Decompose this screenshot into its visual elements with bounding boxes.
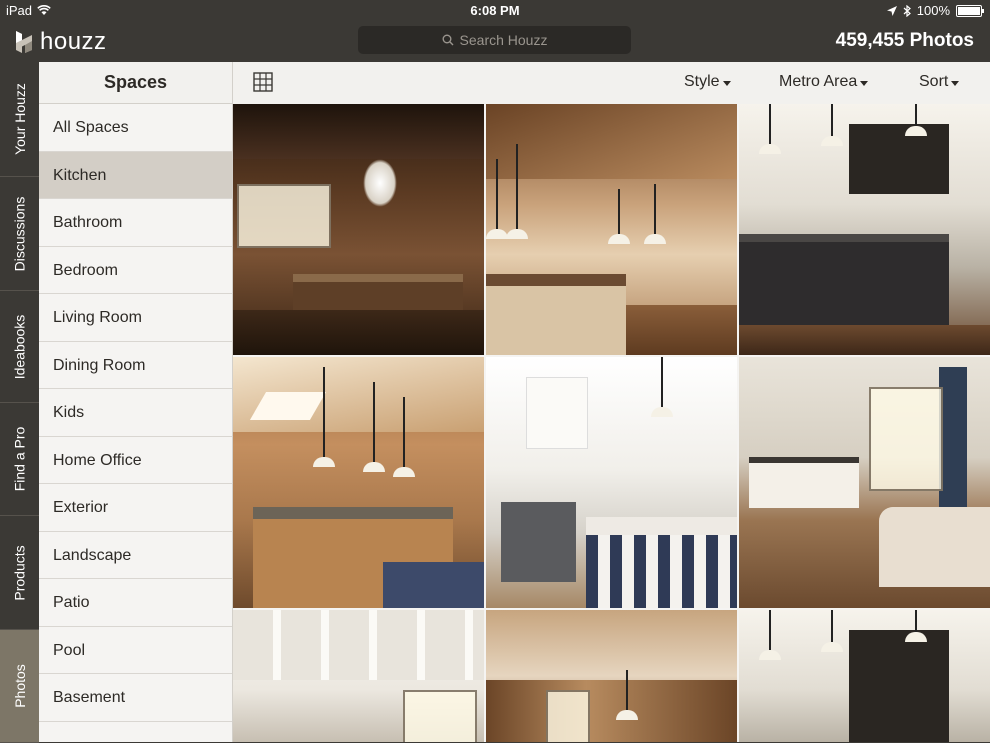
space-item-kitchen[interactable]: Kitchen [39, 151, 232, 199]
chevron-down-icon [951, 80, 960, 86]
space-item-living-room[interactable]: Living Room [39, 294, 232, 342]
tab-your-houzz[interactable]: Your Houzz [0, 62, 39, 177]
spaces-panel: Spaces All Spaces Kitchen Bathroom Bedro… [39, 62, 233, 742]
chevron-down-icon [860, 80, 869, 86]
kitchen-photo-6[interactable] [739, 357, 990, 608]
kitchen-photo-9[interactable] [739, 610, 990, 742]
tab-label: Ideabooks [11, 314, 28, 379]
metro-area-dropdown[interactable]: Metro Area [779, 73, 869, 91]
bluetooth-icon [903, 4, 911, 17]
space-item-basement[interactable]: Basement [39, 674, 232, 722]
search-input[interactable]: Search Houzz [358, 26, 631, 54]
tab-label: Products [11, 544, 28, 601]
status-right: 100% [886, 3, 984, 18]
kitchen-photo-8[interactable] [486, 610, 737, 742]
kitchen-photo-5[interactable] [486, 357, 737, 608]
photo-count: 459,455 Photos [835, 30, 974, 51]
style-dropdown[interactable]: Style [684, 73, 731, 91]
spaces-title: Spaces [39, 62, 232, 104]
sort-dropdown[interactable]: Sort [919, 73, 960, 91]
tab-ideabooks[interactable]: Ideabooks [0, 291, 39, 403]
space-item-patio[interactable]: Patio [39, 579, 232, 627]
tab-find-a-pro[interactable]: Find a Pro [0, 403, 39, 516]
kitchen-photo-1[interactable] [233, 104, 484, 355]
space-item-dining-room[interactable]: Dining Room [39, 342, 232, 389]
tab-label: Photos [11, 664, 28, 708]
search-icon [442, 34, 454, 46]
space-item-bathroom[interactable]: Bathroom [39, 199, 232, 247]
houzz-logo-icon [16, 31, 32, 53]
space-item-home-office[interactable]: Home Office [39, 437, 232, 484]
app-header: houzz Search Houzz 459,455 Photos [0, 20, 990, 62]
style-label: Style [684, 73, 720, 90]
status-bar: iPad 6:08 PM 100% [0, 0, 990, 20]
space-item-all-spaces[interactable]: All Spaces [39, 104, 232, 152]
kitchen-photo-2[interactable] [486, 104, 737, 355]
tab-discussions[interactable]: Discussions [0, 177, 39, 291]
space-item-bedroom[interactable]: Bedroom [39, 247, 232, 294]
search-placeholder: Search Houzz [459, 32, 548, 48]
battery-icon [956, 4, 984, 17]
sort-label: Sort [919, 73, 949, 90]
tab-label: Your Houzz [11, 83, 28, 155]
tab-label: Find a Pro [11, 426, 28, 492]
houzz-logo[interactable]: houzz [14, 28, 107, 56]
location-arrow-icon [886, 5, 897, 16]
tab-photos[interactable]: Photos [0, 630, 39, 743]
space-item-landscape[interactable]: Landscape [39, 532, 232, 579]
side-tab-bar: Your Houzz Discussions Ideabooks Find a … [0, 62, 39, 743]
grid-view-icon[interactable] [253, 72, 273, 92]
tab-label: Discussions [11, 196, 28, 271]
space-item-kids[interactable]: Kids [39, 389, 232, 437]
metro-area-label: Metro Area [779, 73, 858, 90]
logo-text: houzz [40, 28, 107, 55]
kitchen-photo-3[interactable] [739, 104, 990, 355]
photo-grid [233, 104, 990, 742]
battery-percent: 100% [916, 3, 950, 18]
clock: 6:08 PM [470, 3, 520, 18]
filter-toolbar: Style Metro Area Sort [233, 62, 990, 105]
space-item-exterior[interactable]: Exterior [39, 484, 232, 532]
kitchen-photo-4[interactable] [233, 357, 484, 608]
tab-products[interactable]: Products [0, 516, 39, 630]
chevron-down-icon [722, 80, 731, 86]
photo-browser: Style Metro Area Sort [233, 62, 990, 742]
kitchen-photo-7[interactable] [233, 610, 484, 742]
space-item-pool[interactable]: Pool [39, 627, 232, 674]
